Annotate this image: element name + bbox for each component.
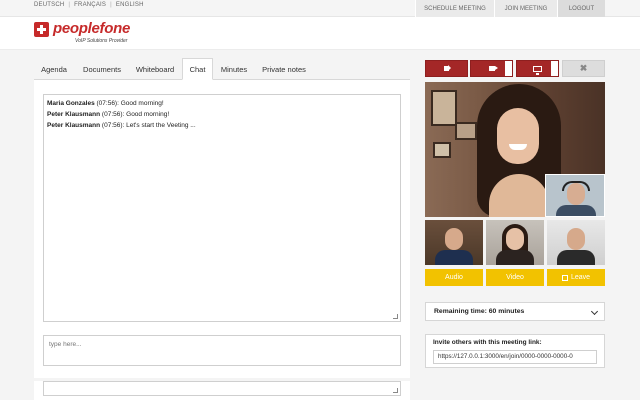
participant-face <box>497 108 539 164</box>
chat-input[interactable] <box>43 335 401 366</box>
notes-input[interactable] <box>43 381 401 396</box>
logout-link[interactable]: LOGOUT <box>557 0 605 17</box>
chevron-down-icon <box>590 307 599 316</box>
brand-tagline: VoIP Solutions Provider <box>75 38 128 44</box>
headset-icon <box>562 181 590 191</box>
camera-icon <box>488 66 498 71</box>
message-author: Peter Klausmann <box>47 122 101 129</box>
tab-private-notes[interactable]: Private notes <box>256 58 312 80</box>
wall-picture <box>455 122 477 140</box>
video-button[interactable]: Video <box>486 269 544 286</box>
top-bar: DEUTSCH | FRANÇAIS | ENGLISH SCHEDULE MEETIN… <box>0 0 640 17</box>
screen-share-icon <box>533 65 542 75</box>
toggle-indicator <box>551 61 558 76</box>
lang-english[interactable]: ENGLISH <box>116 2 144 8</box>
audio-button[interactable]: Audio <box>425 269 483 286</box>
resize-grip-icon[interactable] <box>393 314 398 319</box>
main-area: Agenda Documents Whiteboard Chat Minutes… <box>0 50 640 400</box>
tab-minutes[interactable]: Minutes <box>216 58 252 80</box>
message-time: (07:56): <box>101 111 125 118</box>
chat-message: Maria Gonzales (07:56): Good morning! <box>47 98 397 109</box>
call-actions: Audio Video Leave <box>425 269 605 286</box>
thumb-face <box>506 228 524 250</box>
header: peoplefone VoIP Solutions Provider <box>0 17 640 50</box>
thumb-body <box>557 250 595 265</box>
message-author: Peter Klausmann <box>47 111 101 118</box>
resize-grip-icon[interactable] <box>393 388 398 393</box>
top-links: SCHEDULE MEETING JOIN MEETING LOGOUT <box>415 0 605 17</box>
message-text: Good morning! <box>120 100 164 107</box>
language-switcher: DEUTSCH | FRANÇAIS | ENGLISH <box>34 2 144 8</box>
wall-picture <box>433 142 451 158</box>
participant-thumbnail[interactable] <box>547 220 605 265</box>
remaining-time-label: Remaining time: 60 minutes <box>434 308 525 315</box>
tab-bar: Agenda Documents Whiteboard Chat Minutes… <box>34 58 410 80</box>
self-view-video[interactable] <box>545 174 605 217</box>
schedule-meeting-link[interactable]: SCHEDULE MEETING <box>415 0 494 17</box>
notes-panel <box>34 381 410 400</box>
message-text: Good morning! <box>126 111 170 118</box>
chat-message: Peter Klausmann (07:56): Good morning! <box>47 109 397 120</box>
message-text: Let's start the Veeting ... <box>126 122 196 129</box>
chat-log[interactable]: Maria Gonzales (07:56): Good morning! Pe… <box>43 94 401 322</box>
brand-name[interactable]: peoplefone <box>53 20 130 37</box>
close-button[interactable]: ✖ <box>562 60 605 77</box>
chat-message: Peter Klausmann (07:56): Let's start the… <box>47 120 397 131</box>
right-panel: ✖ Audio Video Leave Remaining time: 60 m… <box>425 58 605 400</box>
thumb-face <box>445 228 463 250</box>
remaining-time-dropdown[interactable]: Remaining time: 60 minutes <box>425 302 605 321</box>
participant-thumbnails <box>425 220 605 265</box>
speaker-button[interactable] <box>425 60 468 77</box>
media-controls: ✖ <box>425 60 605 77</box>
left-panel: Agenda Documents Whiteboard Chat Minutes… <box>34 58 410 400</box>
participant-thumbnail[interactable] <box>486 220 544 265</box>
thumb-body <box>496 250 534 265</box>
logo-cross-icon <box>34 22 49 37</box>
self-body <box>556 205 596 216</box>
separator: | <box>110 2 112 8</box>
message-author: Maria Gonzales <box>47 100 95 107</box>
close-icon: ✖ <box>579 63 588 73</box>
speaker-icon <box>444 65 451 71</box>
tab-documents[interactable]: Documents <box>76 58 128 80</box>
leave-label: Leave <box>570 274 591 281</box>
invite-link-field[interactable]: https://127.0.0.1:3000/en/join/0000-0000… <box>433 350 597 364</box>
participant-thumbnail[interactable] <box>425 220 483 265</box>
tab-chat[interactable]: Chat <box>182 58 213 80</box>
toggle-indicator <box>505 61 512 76</box>
camera-button[interactable] <box>470 60 513 77</box>
wall-picture <box>431 90 457 126</box>
thumb-body <box>435 250 473 265</box>
invite-label: Invite others with this meeting link: <box>433 339 542 346</box>
join-meeting-link[interactable]: JOIN MEETING <box>494 0 557 17</box>
lang-francais[interactable]: FRANÇAIS <box>74 2 106 8</box>
separator: | <box>68 2 71 8</box>
message-time: (07:56): <box>96 100 119 107</box>
main-video[interactable] <box>425 82 605 217</box>
screen-share-button[interactable] <box>516 60 559 77</box>
leave-button[interactable]: Leave <box>547 269 605 286</box>
tab-whiteboard[interactable]: Whiteboard <box>130 58 180 80</box>
thumb-face <box>567 228 585 250</box>
invite-panel: Invite others with this meeting link: ht… <box>425 334 605 368</box>
lang-deutsch[interactable]: DEUTSCH <box>34 2 64 8</box>
leave-icon <box>561 274 568 281</box>
chat-panel: Maria Gonzales (07:56): Good morning! Pe… <box>34 80 410 378</box>
tab-agenda[interactable]: Agenda <box>34 58 74 80</box>
message-time: (07:56): <box>101 122 125 129</box>
